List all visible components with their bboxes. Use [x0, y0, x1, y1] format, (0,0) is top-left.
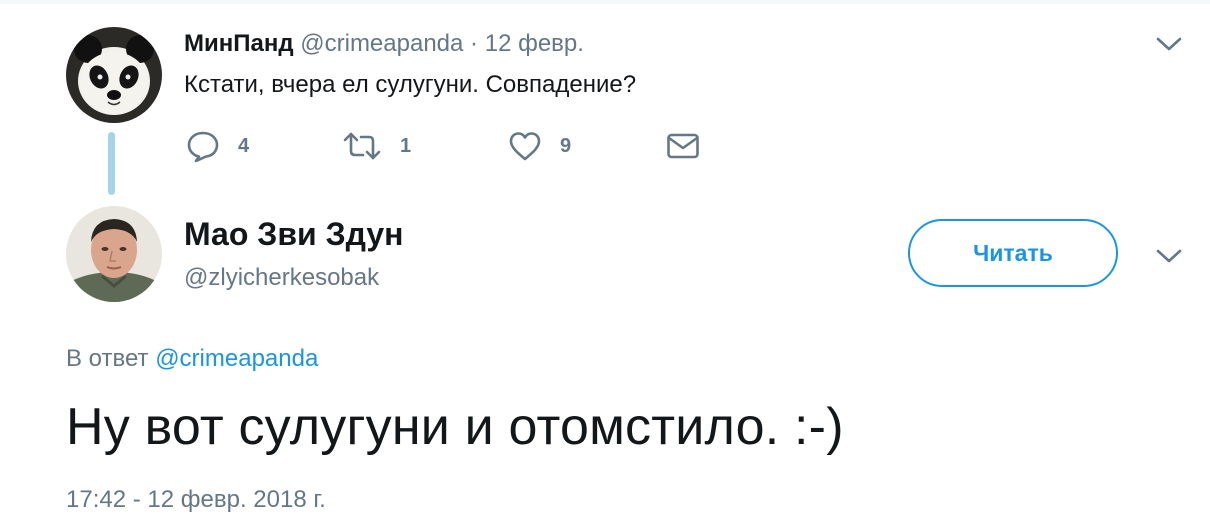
parent-tweet-text: Кстати, вчера ел сулугуни. Совпадение? [184, 71, 637, 98]
parent-author-name[interactable]: МинПанд [184, 30, 294, 57]
author-handle[interactable]: @zlyicherkesobak [184, 262, 379, 294]
header-separator: · [470, 30, 479, 57]
chevron-down-icon[interactable] [1154, 34, 1184, 54]
reply-icon [186, 130, 220, 162]
reply-context: В ответ @crimeapanda [66, 343, 318, 375]
follow-button[interactable]: Читать [908, 219, 1118, 287]
parent-tweet-date[interactable]: 12 февр. [485, 30, 584, 57]
like-button[interactable]: 9 [508, 128, 571, 164]
retweet-icon [342, 131, 382, 161]
reply-count: 4 [238, 134, 250, 157]
portrait-avatar[interactable] [66, 206, 162, 302]
heart-icon [508, 131, 542, 161]
chevron-down-icon[interactable] [1154, 246, 1184, 266]
tweet-timestamp[interactable]: 17:42 - 12 февр. 2018 г. [66, 484, 326, 516]
tweet-text: Ну вот сулугуни и отомстило. :-) [66, 398, 844, 456]
panda-avatar[interactable] [66, 27, 162, 123]
tweet-conversation: МинПанд @crimeapanda · 12 февр. Кстати, … [0, 0, 1210, 528]
parent-author-handle[interactable]: @crimeapanda [300, 30, 463, 57]
reply-button[interactable]: 4 [186, 128, 249, 164]
top-divider [0, 0, 1210, 4]
retweet-button[interactable]: 1 [342, 128, 411, 164]
parent-tweet-header: МинПанд @crimeapanda · 12 февр. [184, 28, 584, 60]
direct-message-button[interactable] [666, 128, 700, 164]
like-count: 9 [560, 134, 572, 157]
reply-mention-link[interactable]: @crimeapanda [155, 345, 318, 372]
envelope-icon [666, 132, 700, 160]
thread-connector [108, 132, 115, 195]
reply-prefix: В ответ [66, 345, 149, 372]
retweet-count: 1 [400, 134, 412, 157]
author-name[interactable]: Мао Зви Здун [184, 214, 403, 254]
